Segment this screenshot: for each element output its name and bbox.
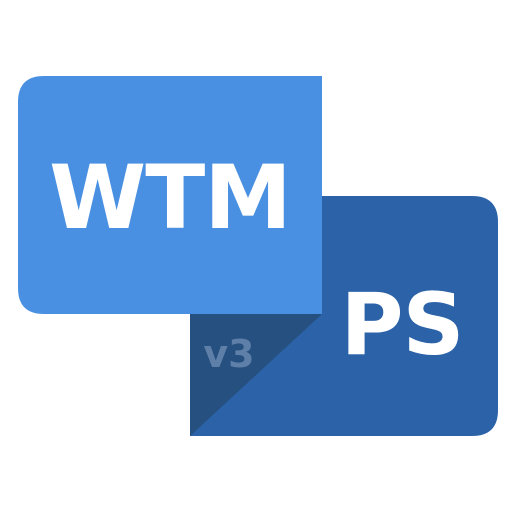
icon-graphic	[18, 76, 498, 436]
version-label: v3	[203, 332, 255, 376]
top-card-label: WTM	[49, 146, 292, 249]
app-icon: WTM PS v3	[0, 0, 512, 512]
bottom-card-label: PS	[340, 275, 465, 375]
